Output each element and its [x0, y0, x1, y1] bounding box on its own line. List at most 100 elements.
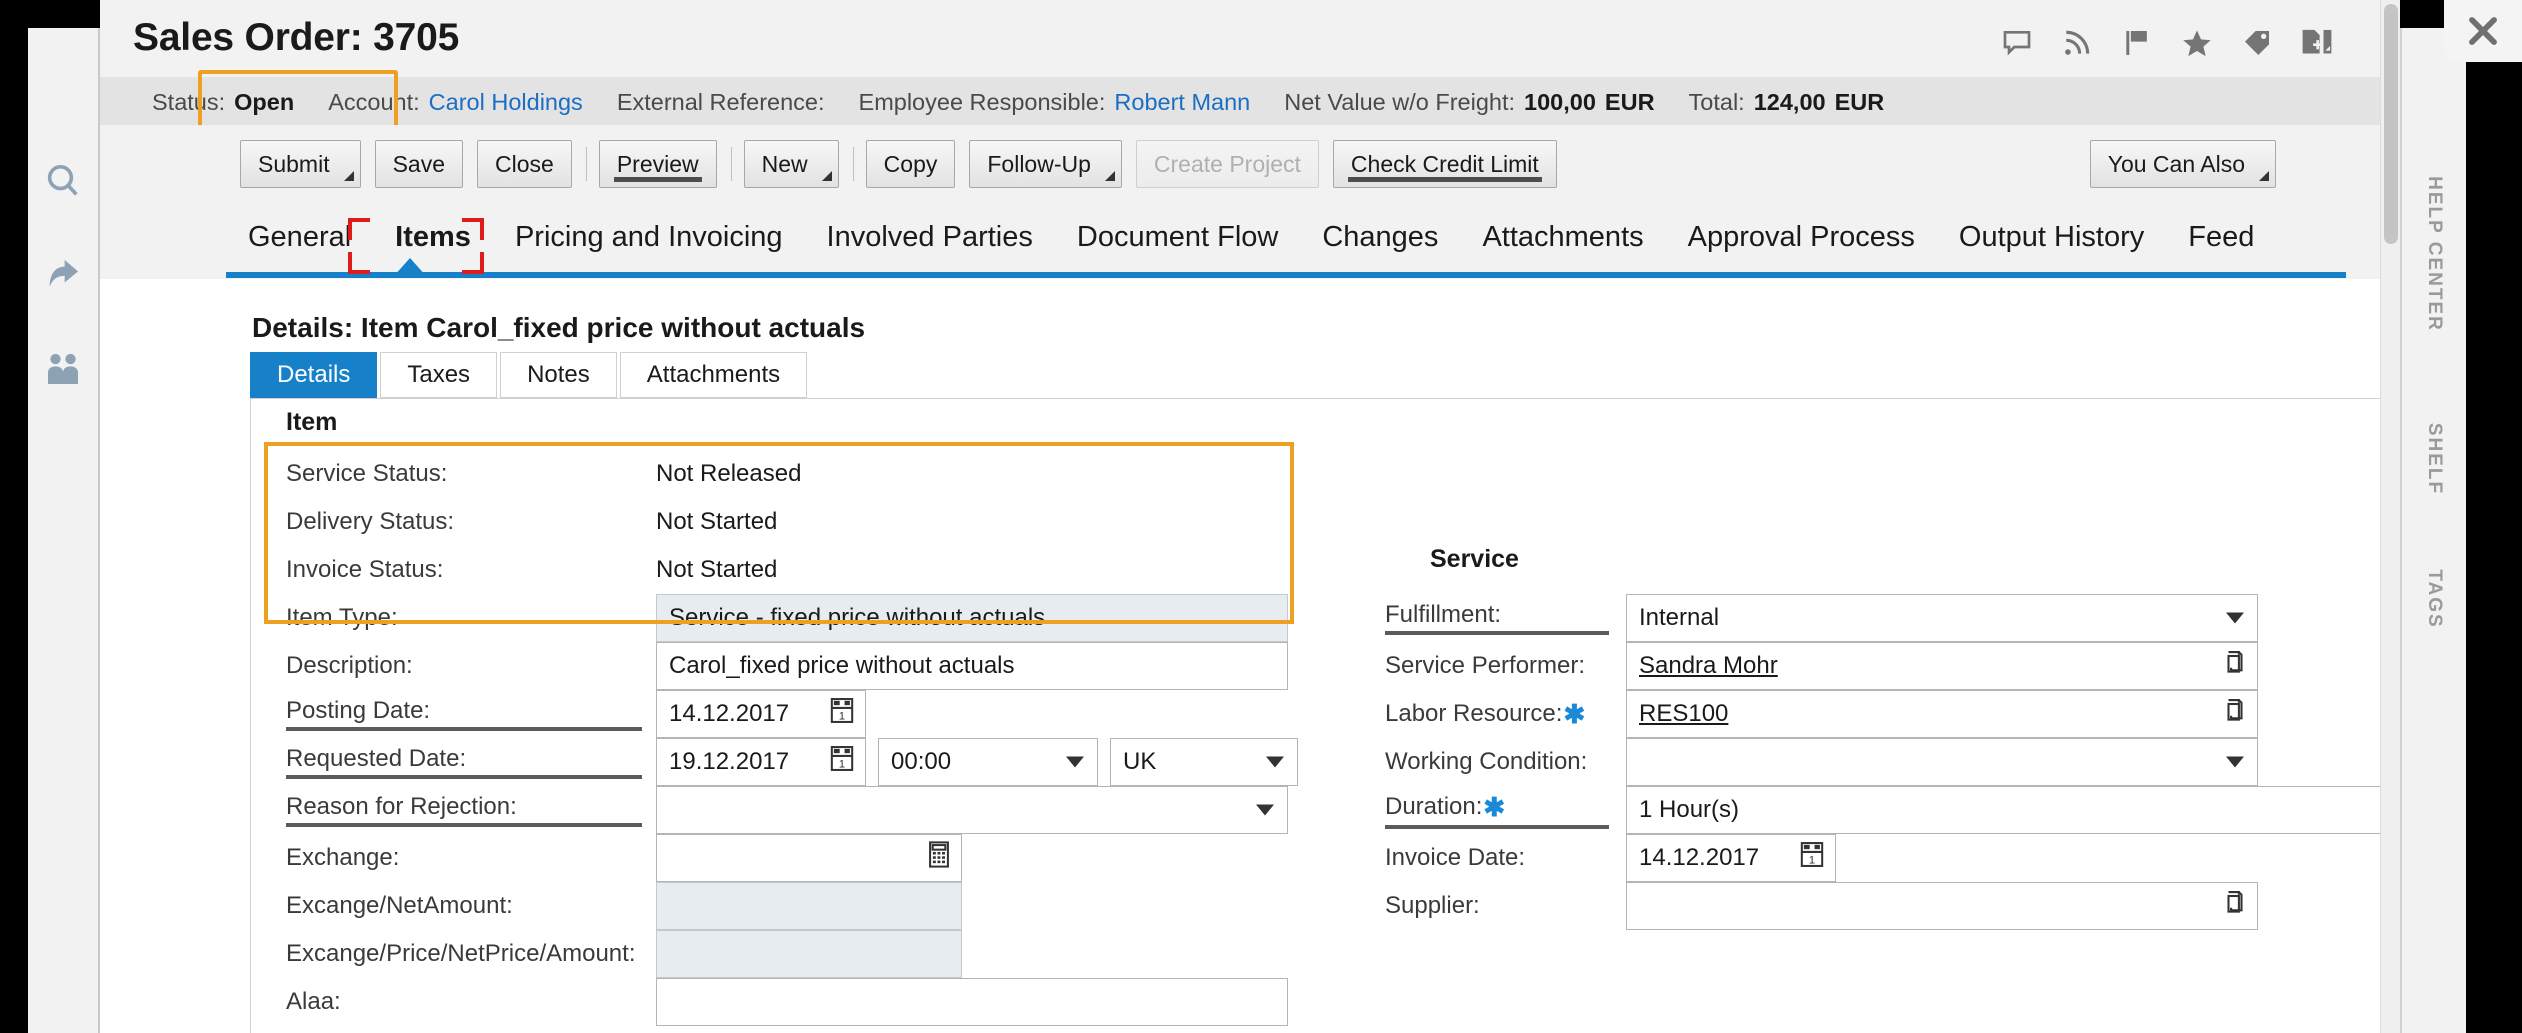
shelf-label[interactable]: SHELF [2423, 423, 2445, 495]
duration-input[interactable]: 1 Hour(s) [1626, 786, 2422, 834]
invoice-date-value: 14.12.2017 [1639, 844, 1760, 871]
tab-pricing-and-invoicing[interactable]: Pricing and Invoicing [493, 210, 805, 264]
calendar-icon[interactable]: 1 [1799, 841, 1825, 876]
follow-up-button-label: Follow-Up [987, 150, 1091, 177]
preview-underline [613, 177, 702, 182]
tab-involved-parties[interactable]: Involved Parties [805, 210, 1055, 264]
subtab-taxes[interactable]: Taxes [380, 352, 498, 398]
star-icon[interactable] [2180, 26, 2214, 60]
calculator-icon[interactable] [927, 841, 951, 876]
item-type-value: Service - fixed price without actuals [669, 604, 1046, 631]
close-window-button[interactable] [2444, 0, 2522, 62]
comment-icon[interactable] [2000, 26, 2034, 60]
details-heading: Details: Item Carol_fixed price without … [252, 312, 866, 343]
posting-date-input[interactable]: 14.12.2017 1 [656, 690, 866, 738]
tab-approval-process[interactable]: Approval Process [1666, 210, 1937, 264]
close-button[interactable]: Close [477, 140, 572, 188]
requested-time-select[interactable]: 00:00 [878, 738, 1098, 786]
fulfillment-select[interactable]: Internal [1626, 594, 2258, 642]
row-duration: Duration:✱ 1 Hour(s) [1385, 786, 2422, 834]
calendar-icon[interactable]: 1 [829, 697, 855, 732]
description-label: Description: [286, 652, 413, 679]
exchange-input[interactable] [656, 834, 962, 882]
share-icon[interactable] [40, 252, 86, 298]
tab-attachments[interactable]: Attachments [1460, 210, 1665, 264]
invoice-status-value: Not Started [656, 556, 778, 583]
toolbar-buttons: Submit Save Close Preview New Copy Follo… [240, 140, 1571, 188]
chevron-down-icon [2259, 171, 2269, 181]
invoice-date-input[interactable]: 14.12.2017 1 [1626, 834, 1836, 882]
row-alaa: Alaa: [286, 978, 1288, 1026]
tab-document-flow[interactable]: Document Flow [1055, 210, 1300, 264]
flag-icon[interactable] [2120, 26, 2154, 60]
preview-button[interactable]: Preview [598, 140, 717, 188]
create-project-button-label: Create Project [1153, 150, 1301, 177]
tab-involved-parties-label: Involved Parties [826, 220, 1033, 253]
service-status-label: Service Status: [286, 460, 448, 487]
row-service-performer: Service Performer: Sandra Mohr [1385, 642, 2258, 690]
add-document-icon[interactable] [2300, 26, 2334, 60]
follow-up-button[interactable]: Follow-Up [969, 140, 1122, 188]
rss-feed-icon[interactable] [2060, 26, 2094, 60]
page-title: Sales Order: 3705 [133, 16, 460, 59]
row-item-type: Item Type: Service - fixed price without… [286, 594, 1288, 642]
service-performer-label: Service Performer: [1385, 652, 1586, 679]
exchange-net-amount-field [656, 882, 962, 930]
calendar-icon[interactable]: 1 [829, 745, 855, 780]
copy-button[interactable]: Copy [865, 140, 956, 188]
items-marker-top-left [348, 218, 370, 240]
scrollbar-thumb[interactable] [2384, 4, 2398, 244]
labor-resource-input[interactable]: RES100 [1626, 690, 2258, 738]
vertical-scrollbar[interactable] [2380, 0, 2400, 1033]
supplier-input[interactable] [1626, 882, 2258, 930]
net-value-label: Net Value w/o Freight: [1284, 88, 1516, 115]
subtab-details[interactable]: Details [250, 352, 378, 398]
tags-label[interactable]: TAGS [2423, 569, 2445, 628]
svg-text:1: 1 [1809, 854, 1815, 866]
row-description: Description: Carol_fixed price without a… [286, 642, 1288, 690]
row-posting-date: Posting Date: 14.12.2017 1 [286, 690, 866, 738]
required-asterisk-icon: ✱ [1483, 791, 1506, 822]
account-link[interactable]: Carol Holdings [429, 89, 583, 116]
help-center-label[interactable]: HELP CENTER [2423, 176, 2445, 332]
tag-icon[interactable] [2240, 26, 2274, 60]
you-can-also-button[interactable]: You Can Also [2089, 140, 2276, 188]
service-performer-value: Sandra Mohr [1639, 652, 1778, 679]
people-icon[interactable] [40, 346, 86, 392]
working-condition-select[interactable] [1626, 738, 2258, 786]
item-section-heading: Item [286, 408, 338, 436]
requested-date-input[interactable]: 19.12.2017 1 [656, 738, 866, 786]
service-performer-input[interactable]: Sandra Mohr [1626, 642, 2258, 690]
requested-timezone-select[interactable]: UK [1110, 738, 1298, 786]
create-project-button: Create Project [1135, 140, 1319, 188]
value-help-icon[interactable] [2223, 650, 2247, 683]
alaa-input[interactable] [656, 978, 1288, 1026]
tab-feed[interactable]: Feed [2166, 210, 2276, 264]
new-button[interactable]: New [743, 140, 839, 188]
subtab-notes[interactable]: Notes [500, 352, 617, 398]
reason-for-rejection-select[interactable] [656, 786, 1288, 834]
tab-changes[interactable]: Changes [1300, 210, 1460, 264]
employee-responsible-link[interactable]: Robert Mann [1114, 89, 1250, 116]
subtab-attachments[interactable]: Attachments [619, 352, 808, 398]
check-credit-limit-button[interactable]: Check Credit Limit [1332, 140, 1557, 188]
submit-button[interactable]: Submit [240, 140, 361, 188]
tab-changes-label: Changes [1322, 220, 1439, 253]
save-button[interactable]: Save [374, 140, 464, 188]
value-help-icon[interactable] [2223, 698, 2247, 731]
tab-output-history-label: Output History [1958, 220, 2145, 253]
row-delivery-status: Delivery Status: Not Started [286, 498, 777, 546]
tab-output-history[interactable]: Output History [1937, 210, 2166, 264]
labor-resource-label: Labor Resource:✱ [1385, 699, 1609, 730]
toolbar-divider [852, 147, 854, 181]
employee-responsible-label: Employee Responsible: [858, 88, 1106, 115]
exchange-label: Exchange: [286, 844, 400, 871]
fulfillment-value: Internal [1639, 604, 1720, 631]
preview-button-label: Preview [616, 150, 699, 177]
description-input[interactable]: Carol_fixed price without actuals [656, 642, 1288, 690]
invoice-date-label: Invoice Date: [1385, 844, 1526, 871]
search-icon[interactable] [40, 158, 86, 204]
total-currency: EUR [1834, 88, 1885, 115]
tab-attachments-label: Attachments [1482, 220, 1644, 253]
value-help-icon[interactable] [2223, 890, 2247, 923]
